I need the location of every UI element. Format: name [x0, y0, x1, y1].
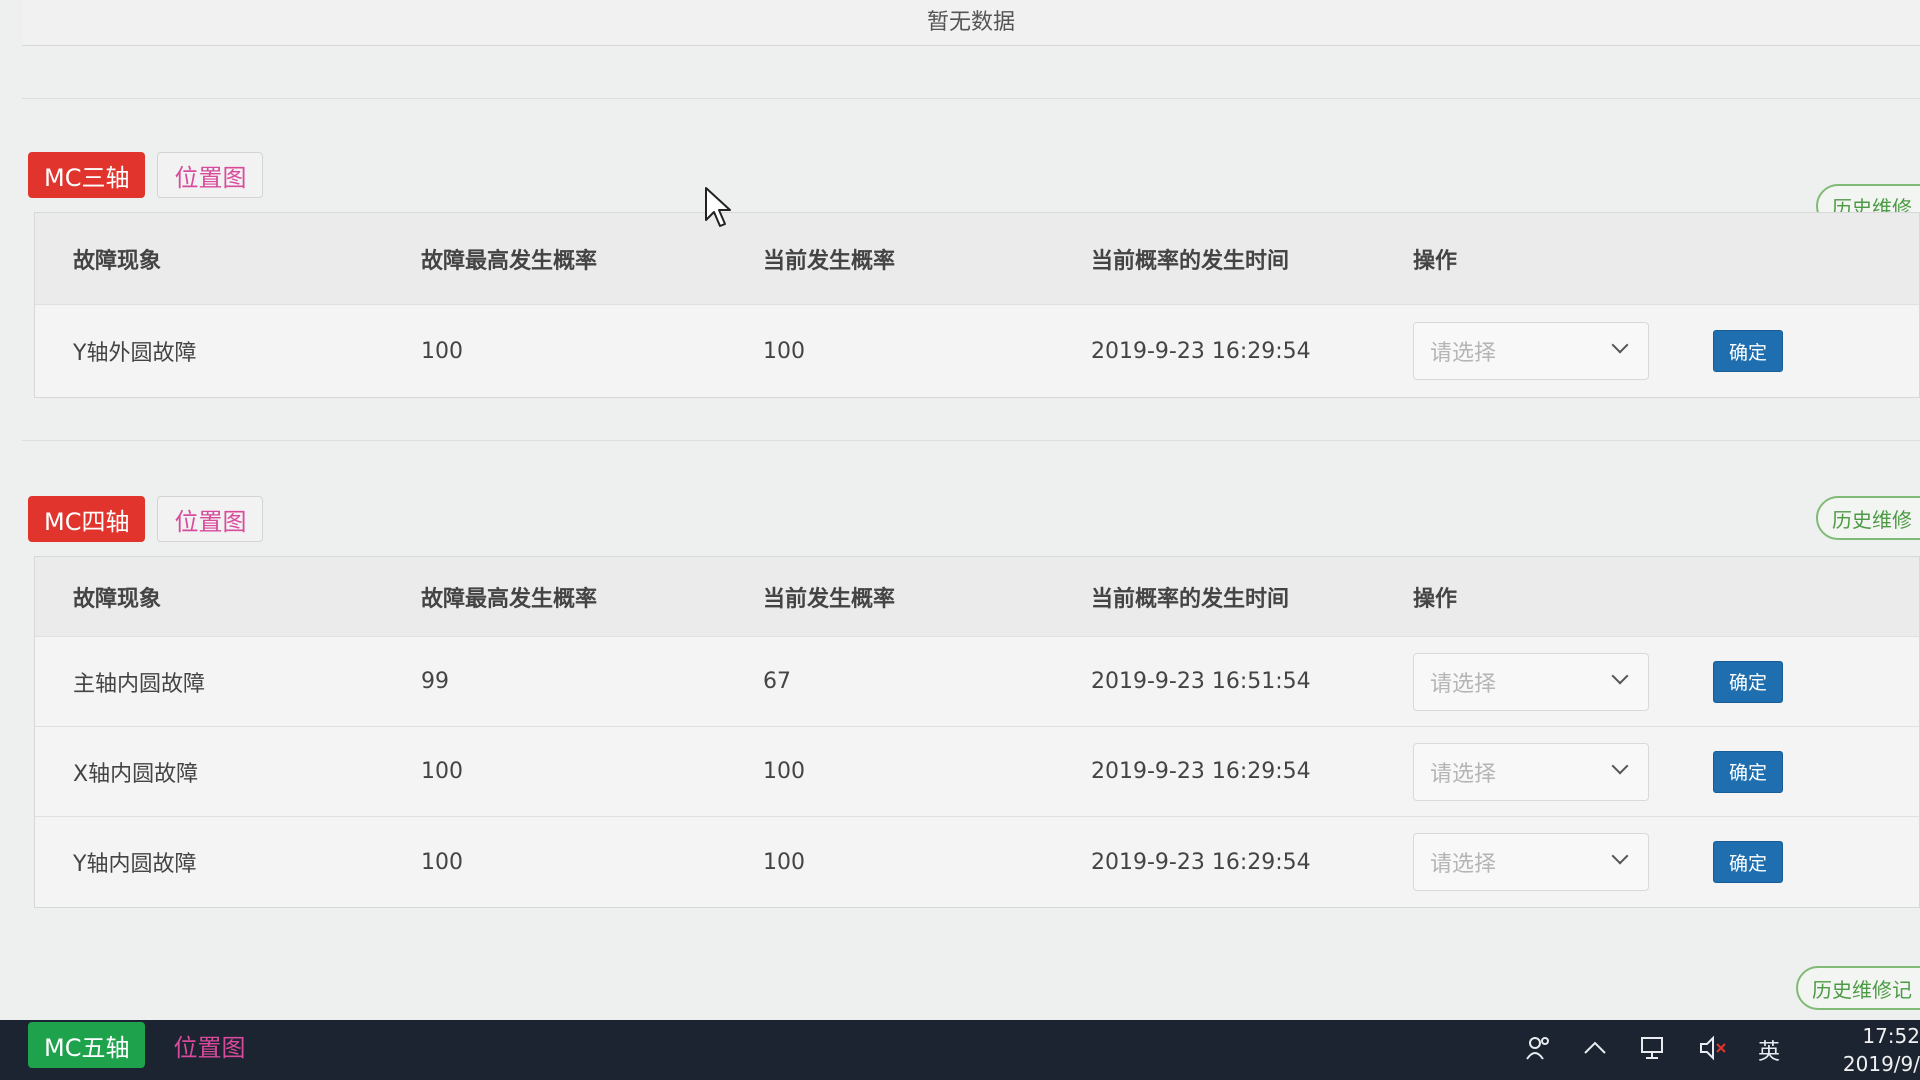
- table-row: 主轴内圆故障 99 67 2019-9-23 16:51:54 请选择 确定: [35, 637, 1919, 727]
- taskbar: 英 17:52 2019/9/: [0, 1020, 1920, 1080]
- select-placeholder: 请选择: [1430, 341, 1497, 366]
- top-panel: 暂无数据: [22, 0, 1920, 46]
- ime-indicator[interactable]: 英: [1758, 1034, 1780, 1066]
- position-map-button[interactable]: 位置图: [157, 152, 264, 198]
- header-action: 操作: [1413, 248, 1458, 274]
- max-prob: 100: [421, 338, 463, 364]
- confirm-button[interactable]: 确定: [1713, 330, 1783, 372]
- header-cur-prob: 当前发生概率: [763, 248, 896, 274]
- confirm-button[interactable]: 确定: [1713, 750, 1783, 793]
- header-fault: 故障现象: [73, 586, 162, 612]
- cur-prob: 100: [763, 338, 805, 364]
- fault-name: Y轴内圆故障: [73, 852, 197, 877]
- header-time: 当前概率的发生时间: [1091, 586, 1290, 612]
- table-row: Y轴外圆故障 100 100 2019-9-23 16:29:54 请选择 确定: [35, 305, 1919, 397]
- clock-date: 2019/9/: [1842, 1052, 1920, 1076]
- clock-time: 17:52: [1862, 1024, 1920, 1048]
- machine-tag[interactable]: MC五轴: [28, 1022, 146, 1068]
- action-select[interactable]: 请选择: [1413, 322, 1649, 380]
- select-placeholder: 请选择: [1430, 761, 1497, 787]
- fault-name: 主轴内圆故障: [73, 671, 206, 697]
- fault-name: Y轴外圆故障: [73, 341, 197, 366]
- max-prob: 100: [421, 759, 463, 784]
- header-time: 当前概率的发生时间: [1091, 248, 1290, 274]
- fault-name: X轴内圆故障: [73, 761, 199, 787]
- cur-prob: 100: [763, 759, 805, 784]
- table-header: 故障现象 故障最高发生概率 当前发生概率 当前概率的发生时间 操作: [35, 213, 1919, 305]
- action-select[interactable]: 请选择: [1413, 833, 1649, 891]
- network-icon[interactable]: [1638, 1034, 1668, 1062]
- system-tray: 英: [1524, 1034, 1780, 1066]
- header-action: 操作: [1413, 586, 1458, 612]
- action-select[interactable]: 请选择: [1413, 742, 1649, 801]
- clock[interactable]: 17:52 2019/9/: [1838, 1022, 1920, 1078]
- empty-text: 暂无数据: [926, 10, 1015, 35]
- table-row: X轴内圆故障 100 100 2019-9-23 16:29:54 请选择 确定: [35, 727, 1919, 817]
- cur-prob: 100: [763, 849, 805, 875]
- chevron-down-icon: [1611, 336, 1629, 354]
- header-fault: 故障现象: [73, 248, 162, 274]
- confirm-button[interactable]: 确定: [1713, 660, 1783, 703]
- confirm-button[interactable]: 确定: [1713, 841, 1783, 883]
- header-max-prob: 故障最高发生概率: [421, 586, 598, 612]
- mouse-cursor-icon: [705, 187, 731, 227]
- header-max-prob: 故障最高发生概率: [421, 248, 598, 274]
- header-cur-prob: 当前发生概率: [763, 586, 896, 612]
- volume-muted-icon[interactable]: [1698, 1034, 1728, 1062]
- section-header-mc3: MC三轴 位置图: [28, 152, 264, 198]
- cur-prob: 67: [763, 669, 791, 694]
- table-row: Y轴内圆故障 100 100 2019-9-23 16:29:54 请选择 确定: [35, 817, 1919, 907]
- select-placeholder: 请选择: [1430, 671, 1497, 697]
- max-prob: 100: [421, 849, 463, 875]
- occur-time: 2019-9-23 16:29:54: [1091, 849, 1311, 875]
- position-map-button[interactable]: 位置图: [157, 496, 264, 542]
- section-header-mc4: MC四轴 位置图: [28, 496, 264, 542]
- history-button[interactable]: 历史维修记: [1796, 966, 1920, 1010]
- chevron-down-icon: [1611, 847, 1629, 865]
- action-select[interactable]: 请选择: [1413, 652, 1649, 711]
- select-placeholder: 请选择: [1430, 852, 1497, 877]
- occur-time: 2019-9-23 16:29:54: [1091, 338, 1311, 364]
- people-icon[interactable]: [1524, 1034, 1552, 1062]
- chevron-down-icon: [1611, 667, 1629, 684]
- machine-tag[interactable]: MC四轴: [28, 496, 146, 542]
- table-header: 故障现象 故障最高发生概率 当前发生概率 当前概率的发生时间 操作: [35, 557, 1919, 637]
- chevron-down-icon: [1611, 757, 1629, 774]
- history-button[interactable]: 历史维修: [1816, 496, 1920, 540]
- section-header-mc5: MC五轴 位置图: [28, 1022, 261, 1068]
- fault-table-mc4: 故障现象 故障最高发生概率 当前发生概率 当前概率的发生时间 操作 主轴内圆故障…: [34, 556, 1920, 908]
- machine-tag[interactable]: MC三轴: [28, 152, 146, 198]
- fault-table-mc3: 故障现象 故障最高发生概率 当前发生概率 当前概率的发生时间 操作 Y轴外圆故障…: [34, 212, 1920, 398]
- occur-time: 2019-9-23 16:51:54: [1091, 669, 1311, 694]
- position-map-button[interactable]: 位置图: [157, 1022, 261, 1068]
- max-prob: 99: [421, 669, 449, 694]
- chevron-up-icon[interactable]: [1582, 1034, 1608, 1062]
- divider: [22, 440, 1920, 441]
- divider: [22, 98, 1920, 99]
- occur-time: 2019-9-23 16:29:54: [1091, 759, 1311, 784]
